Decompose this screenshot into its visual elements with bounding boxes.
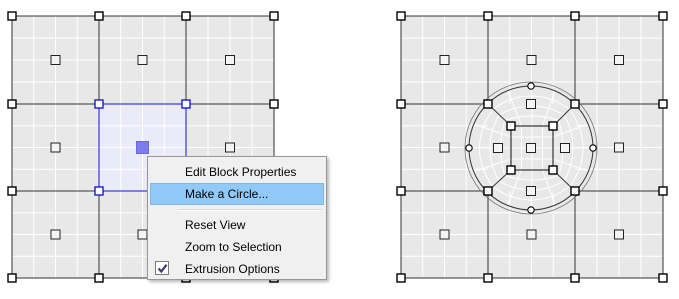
small-square-icon — [526, 55, 537, 65]
small-square-icon — [493, 143, 503, 153]
small-square-icon — [225, 142, 235, 153]
arc-handle-icon[interactable] — [527, 82, 535, 90]
small-square-icon — [614, 229, 624, 240]
selected-block-marker-icon[interactable] — [136, 141, 149, 154]
menu-item-label: Make a Circle... — [185, 187, 269, 201]
arc-handle-icon[interactable] — [527, 206, 535, 214]
vertex-handle-icon[interactable] — [7, 99, 17, 109]
context-menu[interactable]: Edit Block Properties Make a Circle... R… — [147, 156, 327, 280]
small-square-icon — [137, 55, 148, 65]
vertex-handle-icon[interactable] — [658, 186, 668, 196]
menu-item-make-a-circle[interactable]: Make a Circle... — [150, 183, 324, 205]
vertex-handle-icon[interactable] — [483, 273, 493, 283]
vertex-handle-icon[interactable] — [396, 273, 406, 283]
vertex-handle-icon[interactable] — [181, 11, 191, 21]
menu-separator — [178, 209, 322, 211]
small-square-icon — [439, 55, 450, 65]
menu-item-label: Extrusion Options — [185, 262, 280, 276]
menu-item-zoom-to-selection[interactable]: Zoom to Selection — [150, 236, 324, 258]
vertex-handle-icon[interactable] — [94, 99, 104, 109]
vertex-handle-icon[interactable] — [548, 121, 558, 131]
menu-item-extrusion-options[interactable]: Extrusion Options — [150, 258, 324, 280]
vertex-handle-icon[interactable] — [570, 273, 580, 283]
vertex-handle-icon[interactable] — [483, 99, 493, 109]
vertex-handle-icon[interactable] — [658, 273, 668, 283]
menu-item-label: Edit Block Properties — [185, 165, 297, 179]
small-square-icon — [50, 55, 61, 65]
menu-item-label: Zoom to Selection — [185, 240, 282, 254]
vertex-handle-icon[interactable] — [548, 165, 558, 175]
mesh-views[interactable] — [0, 0, 679, 299]
vertex-handle-icon[interactable] — [94, 11, 104, 21]
vertex-handle-icon[interactable] — [570, 186, 580, 196]
menu-item-label: Reset View — [185, 218, 246, 232]
vertex-handle-icon[interactable] — [7, 273, 17, 283]
vertex-handle-icon[interactable] — [7, 186, 17, 196]
arc-handle-icon[interactable] — [589, 144, 597, 152]
small-square-icon — [526, 99, 536, 109]
checkmark-icon — [155, 261, 169, 275]
small-square-icon — [526, 143, 536, 153]
vertex-handle-icon[interactable] — [570, 11, 580, 21]
vertex-handle-icon[interactable] — [658, 11, 668, 21]
vertex-handle-icon[interactable] — [506, 165, 516, 175]
small-square-icon — [526, 229, 537, 240]
small-square-icon — [560, 143, 570, 153]
small-square-icon — [526, 186, 536, 196]
right-mesh-view[interactable] — [396, 11, 668, 283]
vertex-handle-icon[interactable] — [181, 99, 191, 109]
arc-handle-icon[interactable] — [465, 144, 473, 152]
vertex-handle-icon[interactable] — [269, 99, 279, 109]
vertex-handle-icon[interactable] — [269, 11, 279, 21]
vertex-handle-icon[interactable] — [396, 11, 406, 21]
small-square-icon — [614, 142, 624, 153]
vertex-handle-icon[interactable] — [94, 273, 104, 283]
vertex-handle-icon[interactable] — [94, 186, 104, 196]
small-square-icon — [50, 142, 61, 153]
vertex-handle-icon[interactable] — [658, 99, 668, 109]
menu-item-reset-view[interactable]: Reset View — [150, 214, 324, 236]
vertex-handle-icon[interactable] — [7, 11, 17, 21]
vertex-handle-icon[interactable] — [396, 186, 406, 196]
menu-item-edit-block-properties[interactable]: Edit Block Properties — [150, 161, 324, 183]
vertex-handle-icon[interactable] — [483, 186, 493, 196]
small-square-icon — [614, 55, 624, 65]
small-square-icon — [439, 142, 450, 153]
small-square-icon — [439, 229, 450, 240]
vertex-handle-icon[interactable] — [396, 99, 406, 109]
vertex-handle-icon[interactable] — [570, 99, 580, 109]
small-square-icon — [137, 229, 148, 240]
vertex-handle-icon[interactable] — [506, 121, 516, 131]
mesh-editor-canvas[interactable] — [0, 0, 679, 299]
vertex-handle-icon[interactable] — [483, 11, 493, 21]
small-square-icon — [50, 229, 61, 240]
small-square-icon — [225, 55, 235, 65]
